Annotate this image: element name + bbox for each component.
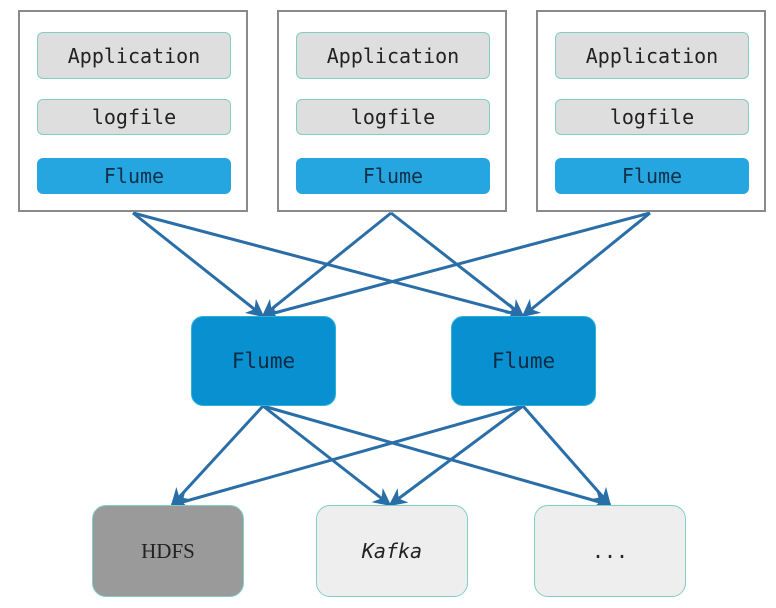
flume-agent-node[interactable]: Flume [555,158,749,194]
flume-agent-node[interactable]: Flume [296,158,490,194]
logfile-node[interactable]: logfile [37,99,231,135]
more-sinks[interactable]: ... [534,505,686,597]
application-node[interactable]: Application [296,32,490,79]
hdfs-sink[interactable]: HDFS [92,505,244,597]
flume-aggregator-1[interactable]: Flume [191,316,336,406]
host-box-1: Application logfile Flume [18,10,248,212]
edge-aggregator-0-to-sink-2 [262,404,612,510]
edge-aggregator-1-to-sink-2 [521,405,612,507]
host-box-2: Application logfile Flume [277,10,507,212]
edge-aggregator-1-to-sink-1 [388,404,524,507]
edge-host-0-to-aggregator-0 [132,211,265,318]
kafka-sink[interactable]: Kafka [316,505,468,597]
edge-aggregator-1-to-sink-0 [170,404,524,510]
edge-host-1-to-aggregator-0 [261,211,392,318]
edge-aggregator-0-to-sink-1 [262,404,392,507]
logfile-node[interactable]: logfile [555,99,749,135]
flume-agent-node[interactable]: Flume [37,158,231,194]
application-node[interactable]: Application [555,32,749,79]
flume-aggregator-2[interactable]: Flume [451,316,596,406]
application-node[interactable]: Application [37,32,231,79]
edge-host-2-to-aggregator-0 [261,211,651,321]
edge-aggregator-0-to-sink-0 [170,404,265,507]
logfile-node[interactable]: logfile [296,99,490,135]
host-box-3: Application logfile Flume [536,10,766,212]
